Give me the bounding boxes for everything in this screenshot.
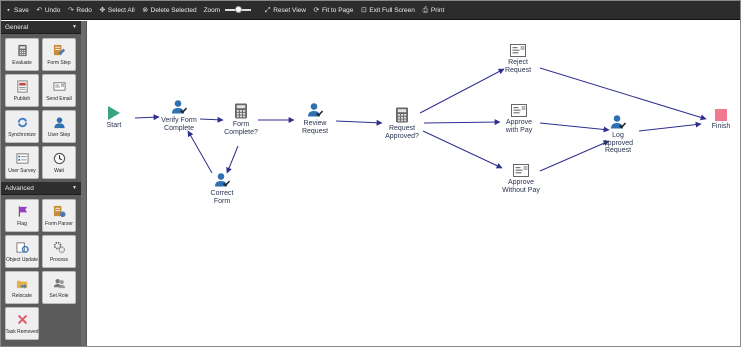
clock-icon [53,152,65,164]
edge-formcomplete-correct[interactable] [226,145,239,174]
palette-item-user-survey[interactable]: User Survey [5,146,39,179]
remove-icon [17,314,27,324]
general-steps: Evaluate Form Step Publish Send Email Sy… [1,34,81,182]
redo-icon: ↷ [67,6,74,14]
palette-item-object-update[interactable]: Object Update [5,235,39,268]
calculator-icon [235,103,247,119]
palette-item-publish[interactable]: Publish [5,74,39,107]
delete-selected-button[interactable]: ⊗ Delete Selected [141,3,198,17]
user-icon [53,116,65,128]
edge-reject-finish[interactable] [539,67,707,121]
node-finish[interactable]: Finish [707,109,735,131]
edge-correct-verify[interactable] [187,130,213,174]
node-correct-form[interactable]: Correct Form [207,172,237,205]
save-button[interactable]: ▪ Save [4,3,30,17]
exit-fullscreen-icon: ⊡ [360,6,367,14]
palette-item-user-step[interactable]: User Step [42,110,76,143]
user-check-icon [172,100,187,114]
delete-icon: ⊗ [142,6,149,14]
chevron-down-icon: ▼ [72,185,77,191]
flag-icon [18,205,27,217]
advanced-steps: Flag Form Parser Object Update Process R… [1,195,81,343]
zoom-slider-handle[interactable] [235,6,243,13]
exit-full-screen-button[interactable]: ⊡ Exit Full Screen [359,3,416,17]
edge-review-approved[interactable] [335,119,383,126]
node-form-complete[interactable]: Form Complete? [219,103,263,136]
palette-item-send-email[interactable]: Send Email [42,74,76,107]
print-icon: ⎙ [422,6,429,14]
form-parser-icon [53,205,66,217]
edge-approved-withoutpay[interactable] [422,130,503,169]
sync-icon [17,117,27,127]
step-palette: General ▼ Evaluate Form Step Publish Sen… [1,21,81,346]
floppy-icon: ▪ [7,6,10,14]
zoom-slider[interactable] [225,6,252,13]
select-all-button[interactable]: ✥ Select All [98,3,136,17]
email-icon [513,164,529,177]
calculator-icon [396,107,408,123]
edge-log-finish[interactable] [638,121,702,132]
connections-layer [134,67,707,174]
print-button[interactable]: ⎙ Print [421,3,445,17]
user-check-icon [215,173,230,187]
palette-item-task-removed[interactable]: Task Removed [5,307,39,340]
users-icon [53,278,65,288]
palette-item-wait[interactable]: Wait [42,146,76,179]
resize-icon: ⤢ [264,6,271,14]
node-approve-with-pay[interactable]: Approve with Pay [499,104,539,134]
start-icon [108,106,120,120]
refresh-icon: ⟳ [313,6,320,14]
edge-approved-withpay[interactable] [423,119,501,126]
form-step-icon [53,44,65,55]
node-approve-without-pay[interactable]: Approve Without Pay [497,164,545,194]
edge-approved-reject[interactable] [419,68,505,114]
user-check-icon [308,103,323,117]
user-check-icon [611,115,626,129]
publish-icon [16,79,28,93]
email-icon [510,44,526,57]
object-update-icon [15,241,29,253]
node-log-approved-request[interactable]: Log Approved Request [598,114,638,155]
node-request-approved[interactable]: Request Approved? [380,107,424,140]
gears-icon [53,241,65,253]
palette-item-flag[interactable]: Flag [5,199,39,232]
toolbar: ▪ Save ↶ Undo ↷ Redo ✥ Select All ⊗ Delete Se… [1,1,740,20]
chevron-down-icon: ▼ [72,24,77,30]
palette-item-process[interactable]: Process [42,235,76,268]
palette-item-synchronize[interactable]: Synchronize [5,110,39,143]
reset-view-button[interactable]: ⤢ Reset View [263,3,307,17]
email-icon [511,104,527,117]
node-start[interactable]: Start [101,106,127,130]
section-header-advanced[interactable]: Advanced ▼ [1,182,81,195]
palette-item-form-step[interactable]: Form Step [42,38,76,71]
palette-item-relocate[interactable]: Relocate [5,271,39,304]
email-icon [52,81,66,91]
workflow-canvas[interactable]: Start Verify Form Complete Form Complete… [87,21,740,346]
relocate-icon [16,280,27,289]
edge-start-verify[interactable] [134,114,160,121]
finish-icon [715,109,727,121]
undo-icon: ↶ [36,6,43,14]
workflow-designer: ▪ Save ↶ Undo ↷ Redo ✥ Select All ⊗ Delete Se… [0,0,741,347]
node-verify-form-complete[interactable]: Verify Form Complete [157,99,201,132]
undo-button[interactable]: ↶ Undo [35,3,62,17]
survey-icon [15,152,29,164]
section-header-general[interactable]: General ▼ [1,21,81,34]
move-icon: ✥ [99,6,106,14]
calculator-icon [17,44,27,56]
fit-to-page-button[interactable]: ⟳ Fit to Page [312,3,354,17]
zoom-control[interactable]: Zoom [203,3,253,17]
palette-item-form-parser[interactable]: Form Parser [42,199,76,232]
node-reject-request[interactable]: Reject Request [499,44,537,74]
palette-item-evaluate[interactable]: Evaluate [5,38,39,71]
node-review-request[interactable]: Review Request [295,102,335,135]
palette-item-set-role[interactable]: Set Role [42,271,76,304]
redo-button[interactable]: ↷ Redo [66,3,93,17]
